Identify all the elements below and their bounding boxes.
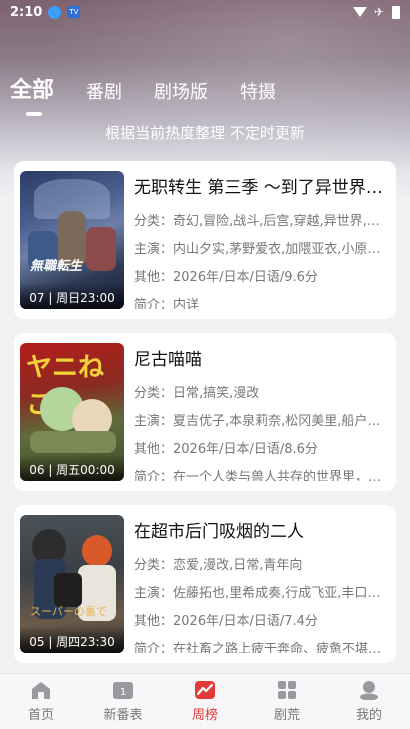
anime-title: 在超市后门吸烟的二人 <box>134 522 304 542</box>
genres-text: 分类：恋爱,漫改,日常,青年向 <box>134 558 303 573</box>
tab-movies[interactable]: 剧场版 <box>154 78 208 110</box>
ranking-list: 無職転生 07 | 周日23:00 无职转生 第三季 ～到了异世界就拿出真本事～… <box>14 161 396 677</box>
cast-text: 主演：佐藤拓也,里希成奏,行成飞亚,丰口めぐみ <box>134 586 390 601</box>
tab-active-indicator <box>26 112 42 116</box>
status-bar: 2:10 TV ✈ <box>0 0 410 24</box>
nav-discover[interactable]: 剧荒 <box>252 680 322 723</box>
summary-text: 简介：内详 <box>134 298 200 309</box>
grid-icon <box>278 681 296 699</box>
nav-label: 新番表 <box>103 708 143 723</box>
tab-label: 全部 <box>10 78 55 103</box>
tab-anime-series[interactable]: 番剧 <box>86 78 122 110</box>
nav-label: 我的 <box>355 708 382 723</box>
tab-tokusatsu[interactable]: 特摄 <box>240 78 276 110</box>
nav-profile[interactable]: 我的 <box>334 680 404 723</box>
genres-text: 分类：奇幻,冒险,战斗,后宫,穿越,异世界,轻改 <box>134 214 390 229</box>
tv-app-icon: TV <box>67 6 81 18</box>
list-item[interactable]: スーパーの裏で 05 | 周四23:30 在超市后门吸烟的二人 分类：恋爱,漫改… <box>14 505 396 663</box>
trend-icon <box>195 681 215 699</box>
status-time: 2:10 <box>10 4 43 20</box>
battery-icon <box>392 5 400 19</box>
nav-label: 剧荒 <box>273 708 300 723</box>
meta-text: 其他：2026年/日本/日语/9.6分 <box>134 270 318 285</box>
nav-weekly-ranking[interactable]: 周榜 <box>170 680 240 723</box>
nav-label: 首页 <box>27 708 54 723</box>
summary-text: 简介：在一个人类与兽人共存的世界里，不良少女 <box>134 470 390 481</box>
anime-title: 尼古喵喵 <box>134 350 202 370</box>
poster-image: スーパーの裏で 05 | 周四23:30 <box>20 515 124 653</box>
svg-text:1: 1 <box>120 687 126 698</box>
airing-time-label: 07 | 周日23:00 <box>20 283 124 309</box>
list-item[interactable]: 無職転生 07 | 周日23:00 无职转生 第三季 ～到了异世界就拿出真本事～… <box>14 161 396 319</box>
list-item[interactable]: ヤニねこ 06 | 周五00:00 尼古喵喵 分类：日常,搞笑,漫改 主演：夏吉… <box>14 333 396 491</box>
airing-time-label: 06 | 周五00:00 <box>20 455 124 481</box>
cast-text: 主演：夏吉优子,本泉莉奈,松冈美里,船户ゆり絵 <box>134 414 390 429</box>
category-tabs: 全部 番剧 剧场版 特摄 <box>10 70 308 116</box>
meta-text: 其他：2026年/日本/日语/8.6分 <box>134 442 318 457</box>
ranking-subtitle: 根据当前热度整理 不定时更新 <box>105 124 305 142</box>
tab-all[interactable]: 全部 <box>10 72 55 116</box>
nav-label: 周榜 <box>191 708 218 723</box>
anime-title: 无职转生 第三季 ～到了异世界就拿出真本事～ <box>134 178 390 198</box>
genres-text: 分类：日常,搞笑,漫改 <box>134 386 260 401</box>
summary-text: 简介：在社畜之路上疲于奔命、疲惫不堪的中年 <box>134 642 390 653</box>
airing-time-label: 05 | 周四23:30 <box>20 627 124 653</box>
home-icon <box>32 682 50 699</box>
nav-home[interactable]: 首页 <box>6 680 76 723</box>
tab-label: 番剧 <box>86 82 123 103</box>
calendar-icon: 1 <box>113 682 133 699</box>
cast-text: 主演：内山夕实,茅野爱衣,加隈亚衣,小原好美 <box>134 242 390 257</box>
wifi-icon <box>352 7 367 17</box>
poster-image: ヤニねこ 06 | 周五00:00 <box>20 343 124 481</box>
bluetooth-icon <box>48 5 62 19</box>
airplane-icon: ✈ <box>373 5 384 19</box>
tab-label: 特摄 <box>240 82 277 103</box>
meta-text: 其他：2026年/日本/日语/7.4分 <box>134 614 318 629</box>
poster-image: 無職転生 07 | 周日23:00 <box>20 171 124 309</box>
tab-label: 剧场版 <box>154 82 209 103</box>
profile-icon <box>360 681 378 700</box>
bottom-navigation: 首页 1 新番表 周榜 剧荒 我的 <box>0 673 410 729</box>
nav-schedule[interactable]: 1 新番表 <box>88 680 158 723</box>
